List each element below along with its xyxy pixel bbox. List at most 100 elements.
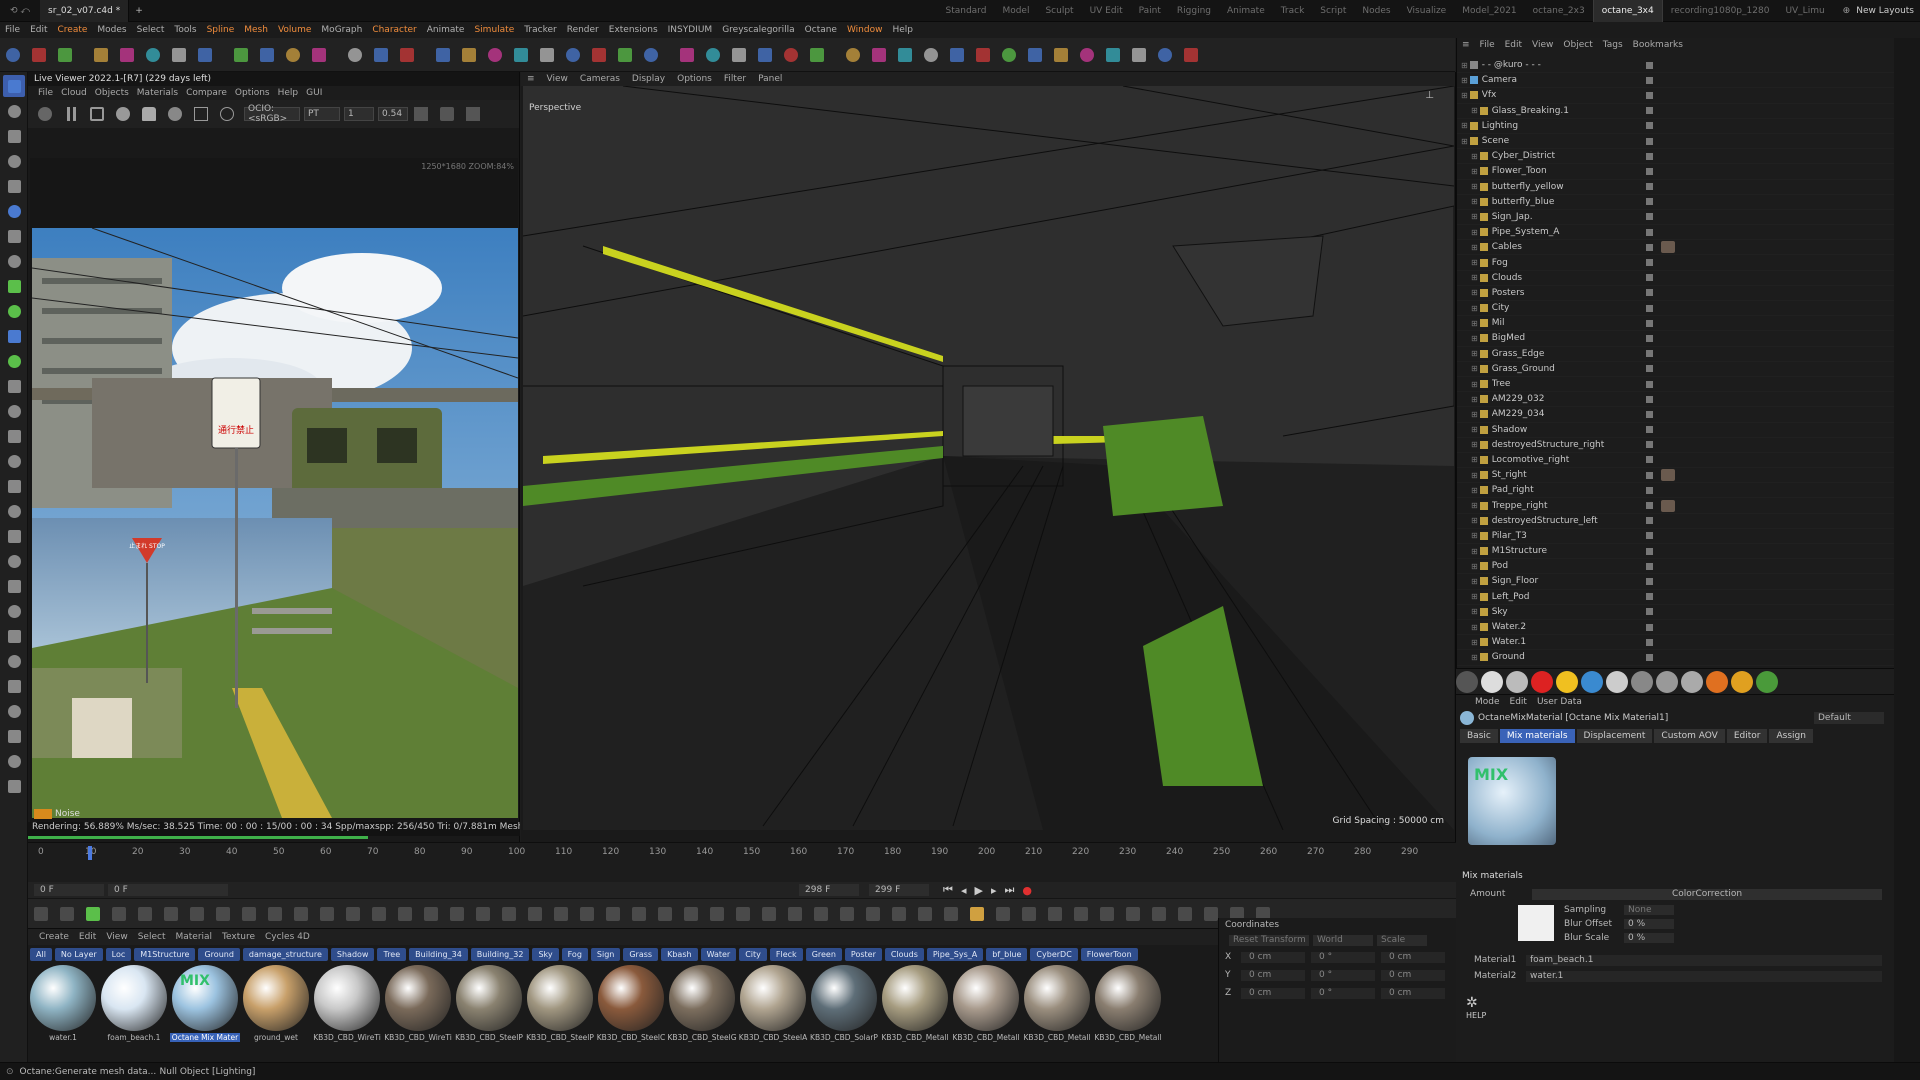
animation-tool-icon[interactable] — [1095, 902, 1119, 926]
material-filter-tag[interactable]: Ground — [198, 947, 240, 961]
coordinate-pos-field[interactable]: 0 cm — [1241, 951, 1305, 963]
render-view-icon[interactable] — [343, 43, 367, 67]
material2-link[interactable]: water.1 — [1526, 970, 1882, 982]
object-row[interactable]: ⊞ Sky — [1457, 605, 1895, 620]
object-row[interactable]: ⊞ Water.1 — [1457, 635, 1895, 651]
attribute-tab[interactable]: Mix materials — [1499, 729, 1575, 743]
object-row[interactable]: ⊞ Mil — [1457, 316, 1895, 332]
visibility-icon[interactable] — [1646, 167, 1653, 175]
polygon-icon[interactable] — [997, 43, 1021, 67]
animation-tool-icon[interactable] — [159, 902, 183, 926]
material-filter-tag[interactable]: Sign — [590, 947, 621, 961]
texture-icon[interactable] — [1101, 43, 1125, 67]
expand-icon[interactable]: ⊞ — [1471, 562, 1478, 571]
blur-scale-value[interactable]: 0 % — [1624, 933, 1674, 943]
expand-icon[interactable]: ⊞ — [1471, 152, 1478, 161]
region-icon[interactable] — [189, 102, 213, 126]
material-tag-icon[interactable] — [1661, 241, 1675, 254]
animation-tool-icon[interactable] — [731, 902, 755, 926]
render-tab[interactable] — [34, 809, 52, 819]
live-select-icon[interactable] — [971, 43, 995, 67]
menu-item[interactable]: Edit — [25, 25, 52, 35]
layout-tab[interactable]: Model — [994, 0, 1037, 22]
object-row[interactable]: ⊞ Sign_Jap. — [1457, 210, 1895, 226]
help-icon[interactable]: ✲ HELP — [1466, 995, 1486, 1020]
mix-material-preview[interactable]: MIX — [1468, 757, 1556, 845]
viewport-menu-item[interactable]: Cameras — [574, 74, 626, 84]
menu-item[interactable]: Mesh — [239, 25, 273, 35]
animation-tool-icon[interactable] — [315, 902, 339, 926]
visibility-icon[interactable] — [1646, 91, 1653, 99]
snap-icon[interactable] — [193, 43, 217, 67]
extrude-icon[interactable] — [3, 525, 25, 547]
object-row[interactable]: ⊞ Fog — [1457, 255, 1895, 271]
visibility-icon[interactable] — [1646, 334, 1653, 342]
material-menu-item[interactable]: Cycles 4D — [260, 932, 315, 942]
align-icon[interactable] — [893, 43, 917, 67]
animation-tool-icon[interactable] — [367, 902, 391, 926]
tweak-icon[interactable] — [919, 43, 943, 67]
material-filter-tag[interactable]: Grass — [623, 947, 659, 961]
object-row[interactable]: ⊞ - - @kuro - - - — [1457, 58, 1895, 74]
move-tool-icon[interactable] — [3, 750, 25, 772]
layout-tab[interactable]: Paint — [1131, 0, 1169, 22]
expand-icon[interactable]: ⊞ — [1471, 380, 1478, 389]
magnet-icon[interactable] — [3, 450, 25, 472]
animation-tool-icon[interactable] — [107, 902, 131, 926]
layout-tab[interactable]: UV_Limu — [1777, 0, 1832, 22]
reset-transform-button[interactable]: Reset Transform — [1229, 934, 1309, 946]
model-mode-icon[interactable] — [3, 100, 25, 122]
material-filter-tag[interactable]: Sky — [532, 947, 559, 961]
visibility-icon[interactable] — [1646, 183, 1653, 191]
expand-icon[interactable]: ⊞ — [1471, 501, 1478, 510]
coordinate-pos-field[interactable]: 0 cm — [1241, 969, 1305, 981]
pause-icon[interactable] — [59, 102, 83, 126]
glossy-material-icon[interactable] — [1656, 670, 1678, 693]
brush-icon[interactable] — [3, 400, 25, 422]
material-filter-tag[interactable]: M1Structure — [134, 947, 196, 961]
bridge-icon[interactable] — [3, 500, 25, 522]
visibility-icon[interactable] — [1646, 547, 1653, 555]
layout-tab[interactable]: Animate — [1219, 0, 1273, 22]
photo-icon[interactable] — [461, 102, 485, 126]
menu-item[interactable]: Simulate — [469, 25, 519, 35]
object-row[interactable]: ⊞ Ground — [1457, 650, 1895, 666]
visibility-icon[interactable] — [1646, 486, 1653, 494]
animation-tool-icon[interactable] — [601, 902, 625, 926]
visibility-icon[interactable] — [1646, 517, 1653, 525]
material-menu-item[interactable]: Material — [170, 932, 217, 942]
object-row[interactable]: ⊞ Pad_right — [1457, 483, 1895, 499]
menu-item[interactable]: Tools — [169, 25, 201, 35]
ruler-icon[interactable] — [3, 375, 25, 397]
view-icon[interactable] — [1, 43, 25, 67]
object-row[interactable]: ⊞ Shadow — [1457, 423, 1895, 438]
object-menu-item[interactable]: Object — [1558, 40, 1597, 50]
render-settings-icon[interactable] — [395, 43, 419, 67]
animation-tool-icon[interactable] — [523, 902, 547, 926]
material-filter-tag[interactable]: Pipe_Sys_A — [926, 947, 984, 961]
next-icon[interactable] — [805, 43, 829, 67]
viewport-menu-item[interactable]: Panel — [752, 74, 788, 84]
visibility-icon[interactable] — [1646, 259, 1653, 267]
visibility-icon[interactable] — [1646, 577, 1653, 585]
visibility-icon[interactable] — [1646, 653, 1653, 661]
material-filter-tag[interactable]: Green — [805, 947, 842, 961]
expand-icon[interactable]: ⊞ — [1471, 638, 1478, 647]
object-row[interactable]: ⊞ Scene — [1457, 134, 1895, 150]
expand-icon[interactable]: ⊞ — [1461, 121, 1468, 130]
material-swatch[interactable]: KB3D_CBD_WireTi — [312, 965, 382, 1051]
visibility-icon[interactable] — [1646, 426, 1653, 434]
animation-tool-icon[interactable] — [237, 902, 261, 926]
layout-tab[interactable]: Track — [1273, 0, 1313, 22]
snap-mode-icon[interactable] — [3, 325, 25, 347]
step-forward-icon[interactable]: ▸ — [991, 884, 997, 897]
visibility-icon[interactable] — [1646, 76, 1653, 84]
visibility-icon[interactable] — [1646, 502, 1653, 510]
expand-icon[interactable]: ⊞ — [1471, 623, 1478, 632]
attribute-tab[interactable]: Displacement — [1576, 729, 1653, 743]
layout-tab[interactable]: recording1080p_1280 — [1663, 0, 1778, 22]
edge-icon[interactable] — [1023, 43, 1047, 67]
material-swatch[interactable]: KB3D_CBD_SolarP — [809, 965, 879, 1051]
boole-icon[interactable] — [701, 43, 725, 67]
material-swatch[interactable]: MIX Octane Mix Mater — [170, 965, 240, 1051]
